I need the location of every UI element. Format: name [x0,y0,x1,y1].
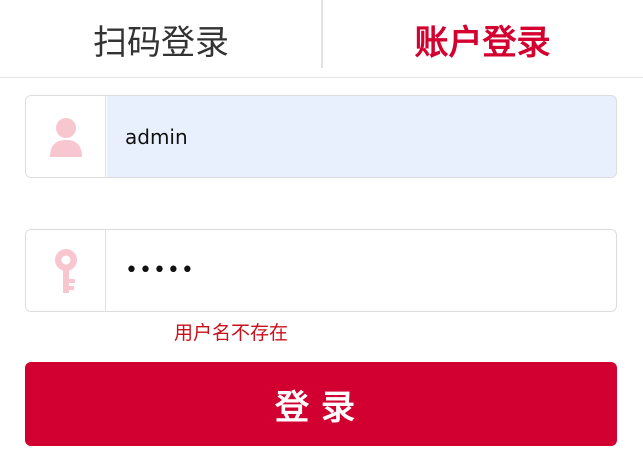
tab-qr-login[interactable]: 扫码登录 [0,0,322,78]
user-icon [49,117,82,157]
error-message: 用户名不存在 [174,322,289,344]
username-input[interactable] [107,96,616,177]
key-icon-box [26,230,106,311]
user-icon-box [26,96,106,177]
key-icon [54,248,77,293]
password-field [25,229,617,312]
password-input[interactable] [107,230,616,311]
tab-account-login[interactable]: 账户登录 [322,0,643,78]
login-button[interactable]: 登录 [25,362,617,446]
login-tabs: 扫码登录 账户登录 [0,0,643,78]
username-field [25,95,617,178]
